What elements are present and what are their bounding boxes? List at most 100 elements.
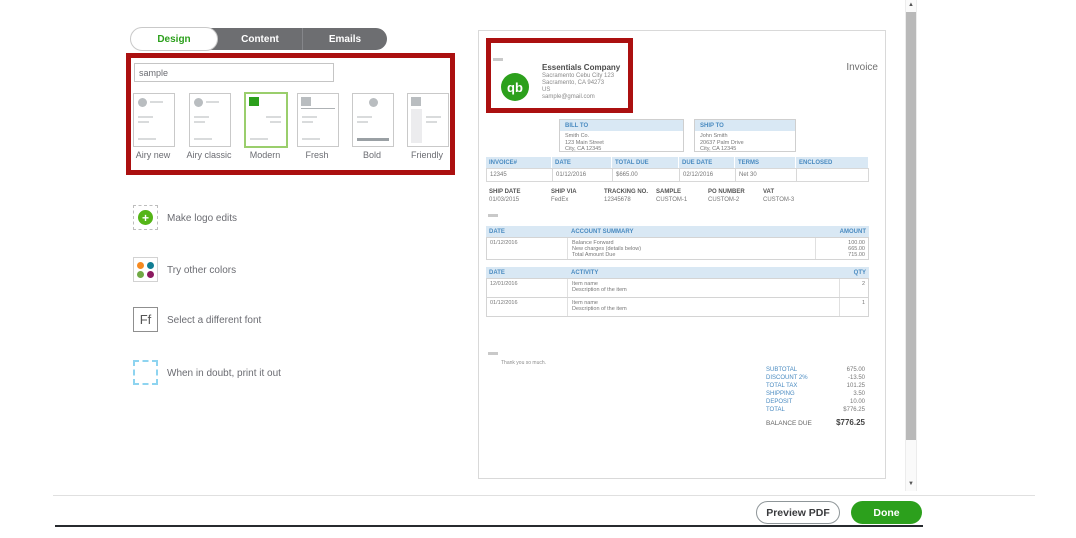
activity-col-qty: QTY (853, 270, 866, 276)
total-value: 10.00 (849, 399, 865, 405)
ship-header: VAT (763, 189, 775, 195)
template-label: Fresh (305, 150, 329, 160)
ship-value: CUSTOM-1 (656, 197, 688, 203)
invoice-title: Invoice (846, 62, 878, 73)
invoice-preview: qb Essentials Company Sacramento Cebu Ci… (478, 30, 886, 479)
option-try-other-colors[interactable]: Try other colors (167, 265, 236, 276)
done-button[interactable]: Done (851, 501, 922, 524)
thumb-logo-circle (194, 98, 203, 107)
invoice-message: Thank you so much. (501, 360, 547, 366)
option-make-logo-edits[interactable]: Make logo edits (167, 213, 237, 224)
ship-to-box: SHIP TO John Smith 20637 Palm Drive City… (694, 119, 796, 152)
thumb-logo-square (301, 97, 311, 106)
font-icon[interactable]: Ff (133, 307, 158, 332)
option-print-it-out[interactable]: When in doubt, print it out (167, 368, 281, 379)
total-label: SHIPPING (766, 391, 795, 397)
template-thumbnail-friendly[interactable] (407, 93, 449, 147)
tab-content[interactable]: Content (218, 28, 303, 50)
summary-lines: Balance Forward New charges (details bel… (572, 240, 642, 259)
template-label: Friendly (410, 150, 443, 160)
ship-value: 01/03/2015 (489, 197, 520, 203)
ship-value: CUSTOM-3 (763, 197, 795, 203)
total-value: 101.25 (846, 383, 865, 389)
template-label: Airy classic (186, 150, 232, 160)
scrollbar-thumb[interactable] (906, 12, 916, 440)
meta-value: 01/12/2016 (552, 168, 612, 182)
meta-header: ENCLOSED (796, 157, 868, 168)
placeholder-dash (493, 58, 503, 61)
bill-to-header: BILL TO (560, 120, 683, 131)
meta-value (796, 168, 869, 182)
qb-logo-icon[interactable]: qb (501, 73, 529, 101)
scrollbar-down-icon[interactable]: ▼ (905, 481, 917, 487)
tab-emails[interactable]: Emails (303, 28, 387, 50)
activity-qty: 1 (861, 300, 865, 306)
ship-header: SHIP DATE (489, 189, 521, 195)
activity-item: Item name Description of the item (572, 300, 627, 313)
invoice-meta-header-row: INVOICE# DATE TOTAL DUE DUE DATE TERMS E… (486, 157, 869, 168)
template-label: Bold (362, 150, 381, 160)
thumb-logo-circle (369, 98, 378, 107)
activity-header: DATE ACTIVITY QTY (486, 267, 869, 278)
ship-value: FedEx (551, 197, 569, 203)
color-dots-icon[interactable] (133, 257, 158, 282)
print-margins-icon[interactable] (133, 360, 158, 385)
company-address-line: Sacramento Cebu City 123 (542, 73, 615, 79)
design-tabs: Design Content Emails (130, 27, 387, 51)
template-thumbnail-fresh[interactable] (297, 93, 339, 147)
balance-due-label: BALANCE DUE (766, 420, 812, 427)
meta-header: TERMS (735, 157, 795, 168)
preview-pdf-button[interactable]: Preview PDF (756, 501, 840, 524)
template-label: Modern (249, 150, 281, 160)
invoice-customization-dialog: Design Content Emails Airy new Airy (0, 0, 1076, 538)
thumb-logo-square (411, 97, 421, 106)
meta-value: Net 30 (735, 168, 796, 182)
activity-col-activity: ACTIVITY (571, 270, 599, 276)
template-name-input[interactable] (134, 63, 334, 82)
account-summary-body: 01/12/2016 Balance Forward New charges (… (486, 237, 869, 260)
summary-col-title: ACCOUNT SUMMARY (571, 229, 634, 235)
summary-date: 01/12/2016 (490, 240, 518, 246)
ship-value: CUSTOM-2 (708, 197, 740, 203)
total-value: 675.00 (846, 367, 865, 373)
template-thumbnail-bold[interactable] (352, 93, 394, 147)
activity-row: 12/01/2016 Item name Description of the … (486, 278, 869, 298)
template-thumbnail-airy-new[interactable] (133, 93, 175, 147)
total-label: DISCOUNT 2% (766, 375, 808, 381)
account-summary-header: DATE ACCOUNT SUMMARY AMOUNT (486, 226, 869, 237)
bill-to-line: City, CA 12345 (565, 146, 602, 152)
ship-value: 12345678 (604, 197, 631, 203)
plus-icon: + (138, 210, 153, 225)
bill-to-box: BILL TO Smith Co. 123 Main Street City, … (559, 119, 684, 152)
total-label: TOTAL TAX (766, 383, 798, 389)
invoice-meta-value-row: 12345 01/12/2016 $665.00 02/12/2016 Net … (486, 168, 869, 182)
balance-due-value: $776.25 (836, 418, 865, 427)
total-label: TOTAL (766, 407, 785, 413)
activity-item: Item name Description of the item (572, 281, 627, 294)
tab-design[interactable]: Design (130, 27, 218, 51)
ship-header: TRACKING NO. (604, 189, 648, 195)
template-label: Airy new (135, 150, 171, 160)
meta-header: TOTAL DUE (612, 157, 678, 168)
logo-plus-icon[interactable]: + (133, 205, 158, 230)
activity-col-date: DATE (489, 270, 505, 276)
placeholder-dash (488, 214, 498, 217)
meta-value: $665.00 (612, 168, 679, 182)
ship-header: SAMPLE (656, 189, 682, 195)
option-select-font[interactable]: Select a different font (167, 315, 261, 326)
total-value: -13.50 (847, 375, 865, 381)
placeholder-dash (488, 352, 498, 355)
ship-to-line: City, CA 12345 (700, 146, 737, 152)
total-label: SUBTOTAL (766, 367, 798, 373)
template-thumbnail-modern-selected[interactable] (244, 92, 288, 148)
company-name: Essentials Company (542, 63, 621, 72)
total-value: $776.25 (843, 407, 865, 413)
thumb-logo-circle (138, 98, 147, 107)
template-thumbnail-airy-classic[interactable] (189, 93, 231, 147)
thumb-logo-square (249, 97, 259, 106)
activity-qty: 2 (861, 281, 865, 287)
scrollbar-up-icon[interactable]: ▲ (905, 2, 917, 8)
window-bottom-edge (55, 525, 923, 527)
summary-col-date: DATE (489, 229, 505, 235)
meta-header: DUE DATE (679, 157, 734, 168)
